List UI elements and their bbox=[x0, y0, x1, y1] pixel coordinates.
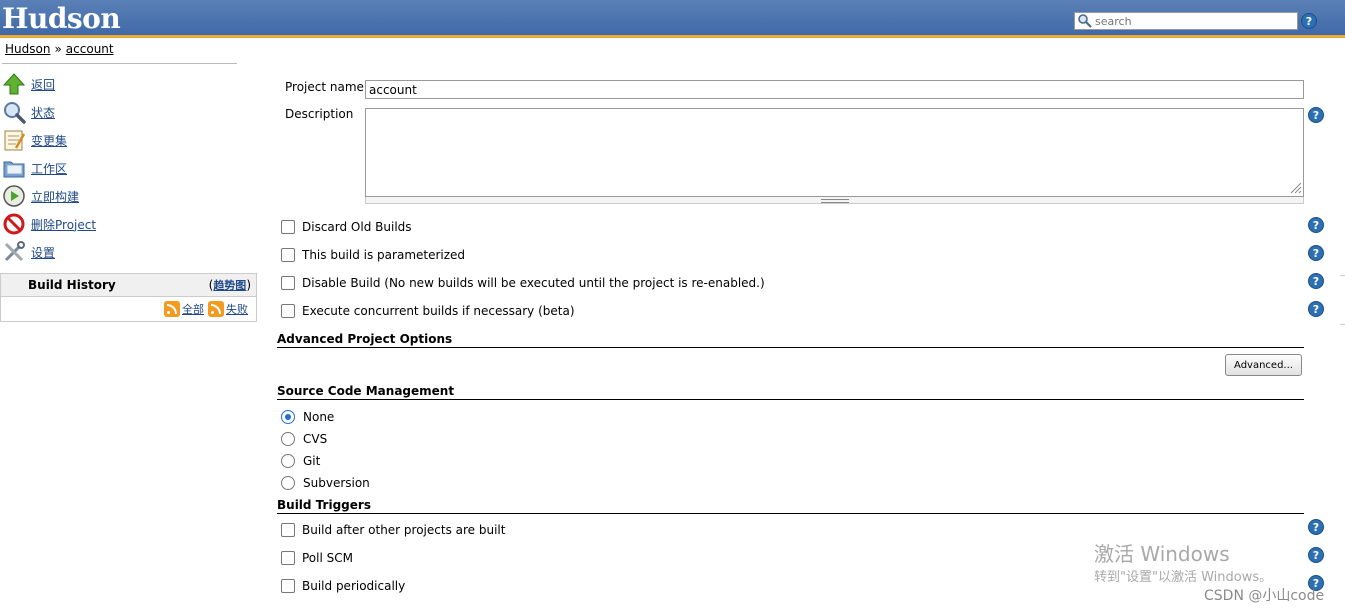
scm-option-label: CVS bbox=[303, 432, 328, 446]
windows-activation-title: 激活 Windows bbox=[1094, 542, 1230, 566]
breadcrumb-root-link[interactable]: Hudson bbox=[5, 42, 50, 56]
scm-none-radio[interactable] bbox=[281, 410, 295, 424]
trigger-poll-scm-checkbox[interactable] bbox=[281, 551, 295, 565]
sidebar-item-status[interactable]: 状态 bbox=[0, 98, 96, 126]
feed-failed-link[interactable]: 失败 bbox=[226, 301, 248, 317]
description-textarea[interactable] bbox=[365, 108, 1304, 197]
help-icon[interactable]: ? bbox=[1308, 519, 1324, 535]
option-concurrent-builds[interactable]: Execute concurrent builds if necessary (… bbox=[281, 303, 575, 319]
concurrent-builds-checkbox[interactable] bbox=[281, 304, 295, 318]
notepad-icon bbox=[2, 128, 26, 152]
sidebar-item-configure[interactable]: 设置 bbox=[0, 238, 96, 266]
sidebar-item-delete-project[interactable]: 删除Project bbox=[0, 210, 96, 238]
help-icon[interactable]: ? bbox=[1308, 107, 1324, 123]
parameterized-checkbox[interactable] bbox=[281, 248, 295, 262]
trend-link-wrapper: (趋势图) bbox=[209, 277, 251, 293]
build-history-title: Build History bbox=[28, 278, 116, 292]
breadcrumb: Hudson » account bbox=[5, 42, 114, 56]
textarea-resize-handle[interactable] bbox=[365, 197, 1304, 204]
scm-cvs-radio[interactable] bbox=[281, 432, 295, 446]
sidebar-link-delete-project[interactable]: 删除Project bbox=[31, 216, 96, 233]
trigger-after-other-checkbox[interactable] bbox=[281, 523, 295, 537]
sidebar-link-workspace[interactable]: 工作区 bbox=[31, 160, 67, 177]
breadcrumb-divider bbox=[2, 63, 237, 64]
help-icon[interactable]: ? bbox=[1301, 13, 1317, 29]
breadcrumb-separator: » bbox=[54, 42, 62, 56]
help-icon[interactable]: ? bbox=[1308, 547, 1324, 563]
option-label: Discard Old Builds bbox=[302, 220, 412, 234]
trigger-periodically-checkbox[interactable] bbox=[281, 579, 295, 593]
help-icon[interactable]: ? bbox=[1308, 217, 1324, 233]
trigger-build-periodically[interactable]: Build periodically bbox=[281, 578, 405, 594]
trigger-label: Build periodically bbox=[302, 579, 406, 593]
option-label: Execute concurrent builds if necessary (… bbox=[302, 304, 575, 318]
advanced-button[interactable]: Advanced... bbox=[1225, 354, 1302, 376]
build-history-feeds: 全部 失败 bbox=[1, 297, 256, 321]
csdn-watermark: CSDN @小山code bbox=[1204, 588, 1325, 604]
trigger-after-other-projects[interactable]: Build after other projects are built bbox=[281, 522, 505, 538]
windows-activation-subtitle: 转到"设置"以激活 Windows。 bbox=[1094, 570, 1273, 585]
scm-option-label: Subversion bbox=[303, 476, 370, 490]
search-input[interactable] bbox=[1095, 14, 1295, 28]
advanced-options-header: Advanced Project Options bbox=[277, 332, 1304, 348]
trend-link[interactable]: 趋势图 bbox=[213, 279, 246, 292]
help-icon[interactable]: ? bbox=[1308, 301, 1324, 317]
project-name-label: Project name bbox=[285, 80, 364, 94]
trend-close-paren: ) bbox=[246, 278, 251, 292]
trigger-label: Build after other projects are built bbox=[302, 523, 506, 537]
scm-git-radio[interactable] bbox=[281, 454, 295, 468]
top-banner: Hudson ? bbox=[0, 0, 1345, 38]
scm-subversion-radio[interactable] bbox=[281, 476, 295, 490]
scm-option-cvs[interactable]: CVS bbox=[281, 431, 327, 447]
trigger-poll-scm[interactable]: Poll SCM bbox=[281, 550, 353, 566]
discard-old-builds-checkbox[interactable] bbox=[281, 220, 295, 234]
sidebar-link-configure[interactable]: 设置 bbox=[31, 244, 55, 261]
trigger-label: Poll SCM bbox=[302, 551, 353, 565]
feed-all-link[interactable]: 全部 bbox=[182, 301, 204, 317]
scm-header: Source Code Management bbox=[277, 384, 1304, 400]
sidebar-item-build-now[interactable]: 立即构建 bbox=[0, 182, 96, 210]
scm-option-label: Git bbox=[303, 454, 321, 468]
scm-option-subversion[interactable]: Subversion bbox=[281, 475, 370, 491]
scm-option-none[interactable]: None bbox=[281, 409, 334, 425]
sidebar-link-changes[interactable]: 变更集 bbox=[31, 132, 67, 149]
option-disable-build[interactable]: Disable Build (No new builds will be exe… bbox=[281, 275, 765, 291]
hudson-logo[interactable]: Hudson bbox=[2, 2, 121, 35]
tools-icon bbox=[2, 240, 26, 264]
help-icon[interactable]: ? bbox=[1308, 245, 1324, 261]
up-arrow-icon bbox=[2, 72, 26, 96]
folder-icon bbox=[2, 156, 26, 180]
search-icon bbox=[1077, 13, 1093, 29]
rss-icon[interactable] bbox=[208, 301, 224, 317]
option-discard-old-builds[interactable]: Discard Old Builds bbox=[281, 219, 412, 235]
search-box[interactable] bbox=[1074, 12, 1298, 30]
magnifier-icon bbox=[2, 100, 26, 124]
option-parameterized[interactable]: This build is parameterized bbox=[281, 247, 465, 263]
resize-grip-icon[interactable] bbox=[1288, 180, 1302, 194]
option-label: Disable Build (No new builds will be exe… bbox=[302, 276, 765, 290]
sidebar-item-back[interactable]: 返回 bbox=[0, 70, 96, 98]
help-icon[interactable]: ? bbox=[1308, 273, 1324, 289]
sidebar-item-changes[interactable]: 变更集 bbox=[0, 126, 96, 154]
build-history-panel: Build History (趋势图) 全部 失败 bbox=[0, 273, 257, 322]
description-label: Description bbox=[285, 107, 354, 121]
scm-option-label: None bbox=[303, 410, 335, 424]
build-clock-icon bbox=[2, 184, 26, 208]
sidebar-item-workspace[interactable]: 工作区 bbox=[0, 154, 96, 182]
build-history-header: Build History (趋势图) bbox=[1, 274, 256, 297]
scm-option-git[interactable]: Git bbox=[281, 453, 320, 469]
breadcrumb-current-link[interactable]: account bbox=[66, 42, 114, 56]
sidebar-link-build-now[interactable]: 立即构建 bbox=[31, 188, 79, 205]
sidebar-link-back[interactable]: 返回 bbox=[31, 76, 55, 93]
disable-build-checkbox[interactable] bbox=[281, 276, 295, 290]
sidebar-tasks: 返回 状态 变更集 工作区 立即构建 删除Project 设置 bbox=[0, 70, 96, 266]
build-triggers-header: Build Triggers bbox=[277, 498, 1304, 514]
project-name-input[interactable] bbox=[365, 80, 1304, 99]
no-entry-icon bbox=[2, 212, 26, 236]
sidebar-link-status[interactable]: 状态 bbox=[31, 104, 55, 121]
scroll-marker bbox=[1340, 275, 1345, 325]
rss-icon[interactable] bbox=[164, 301, 180, 317]
option-label: This build is parameterized bbox=[302, 248, 466, 262]
